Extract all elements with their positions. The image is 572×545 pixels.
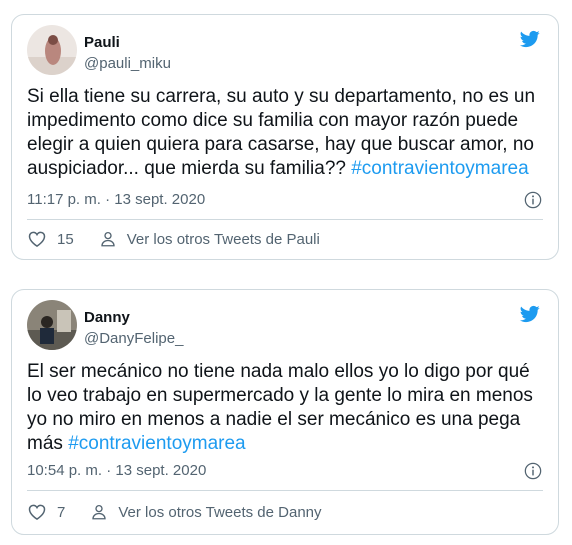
twitter-bird-icon[interactable] <box>518 29 542 49</box>
timestamp-link[interactable]: 10:54 p. m. · 13 sept. 2020 <box>27 462 206 479</box>
display-name[interactable]: Pauli <box>84 34 120 51</box>
tweet-actions: 7 Ver los otros Tweets de Danny <box>27 502 322 522</box>
info-icon[interactable] <box>524 462 542 480</box>
person-icon <box>92 504 107 520</box>
other-tweets-link[interactable]: Ver los otros Tweets de Pauli <box>99 230 320 248</box>
twitter-bird-icon[interactable] <box>518 304 542 324</box>
timestamp-link[interactable]: 11:17 p. m. · 13 sept. 2020 <box>27 191 205 208</box>
like-count: 7 <box>57 503 66 521</box>
hashtag-link[interactable]: #contravientoymarea <box>68 433 245 454</box>
username[interactable]: @DanyFelipe_ <box>84 330 183 347</box>
other-tweets-label: Ver los otros Tweets de Pauli <box>126 230 320 248</box>
avatar[interactable] <box>27 25 77 75</box>
hashtag-link[interactable]: #contravientoymarea <box>351 158 528 179</box>
avatar[interactable] <box>27 300 77 350</box>
tweet-card[interactable]: Pauli @pauli_miku Si ella tiene su carre… <box>11 14 559 260</box>
tweet-text: Si ella tiene su carrera, su auto y su d… <box>27 85 544 181</box>
like-button[interactable]: 7 <box>27 502 65 522</box>
info-icon[interactable] <box>524 191 542 209</box>
like-count: 15 <box>57 230 74 248</box>
divider <box>27 490 543 491</box>
tweet-text: El ser mecánico no tiene nada malo ellos… <box>27 360 544 456</box>
tweet-actions: 15 Ver los otros Tweets de Pauli <box>27 229 320 249</box>
tweet-card[interactable]: Danny @DanyFelipe_ El ser mecánico no ti… <box>11 289 559 535</box>
person-icon <box>101 231 115 247</box>
other-tweets-label: Ver los otros Tweets de Danny <box>118 503 322 521</box>
heart-icon <box>28 231 46 247</box>
other-tweets-link[interactable]: Ver los otros Tweets de Danny <box>90 503 322 521</box>
username[interactable]: @pauli_miku <box>84 55 171 72</box>
display-name[interactable]: Danny <box>84 309 130 326</box>
like-button[interactable]: 15 <box>27 229 74 249</box>
divider <box>27 219 543 220</box>
heart-icon <box>28 504 46 520</box>
